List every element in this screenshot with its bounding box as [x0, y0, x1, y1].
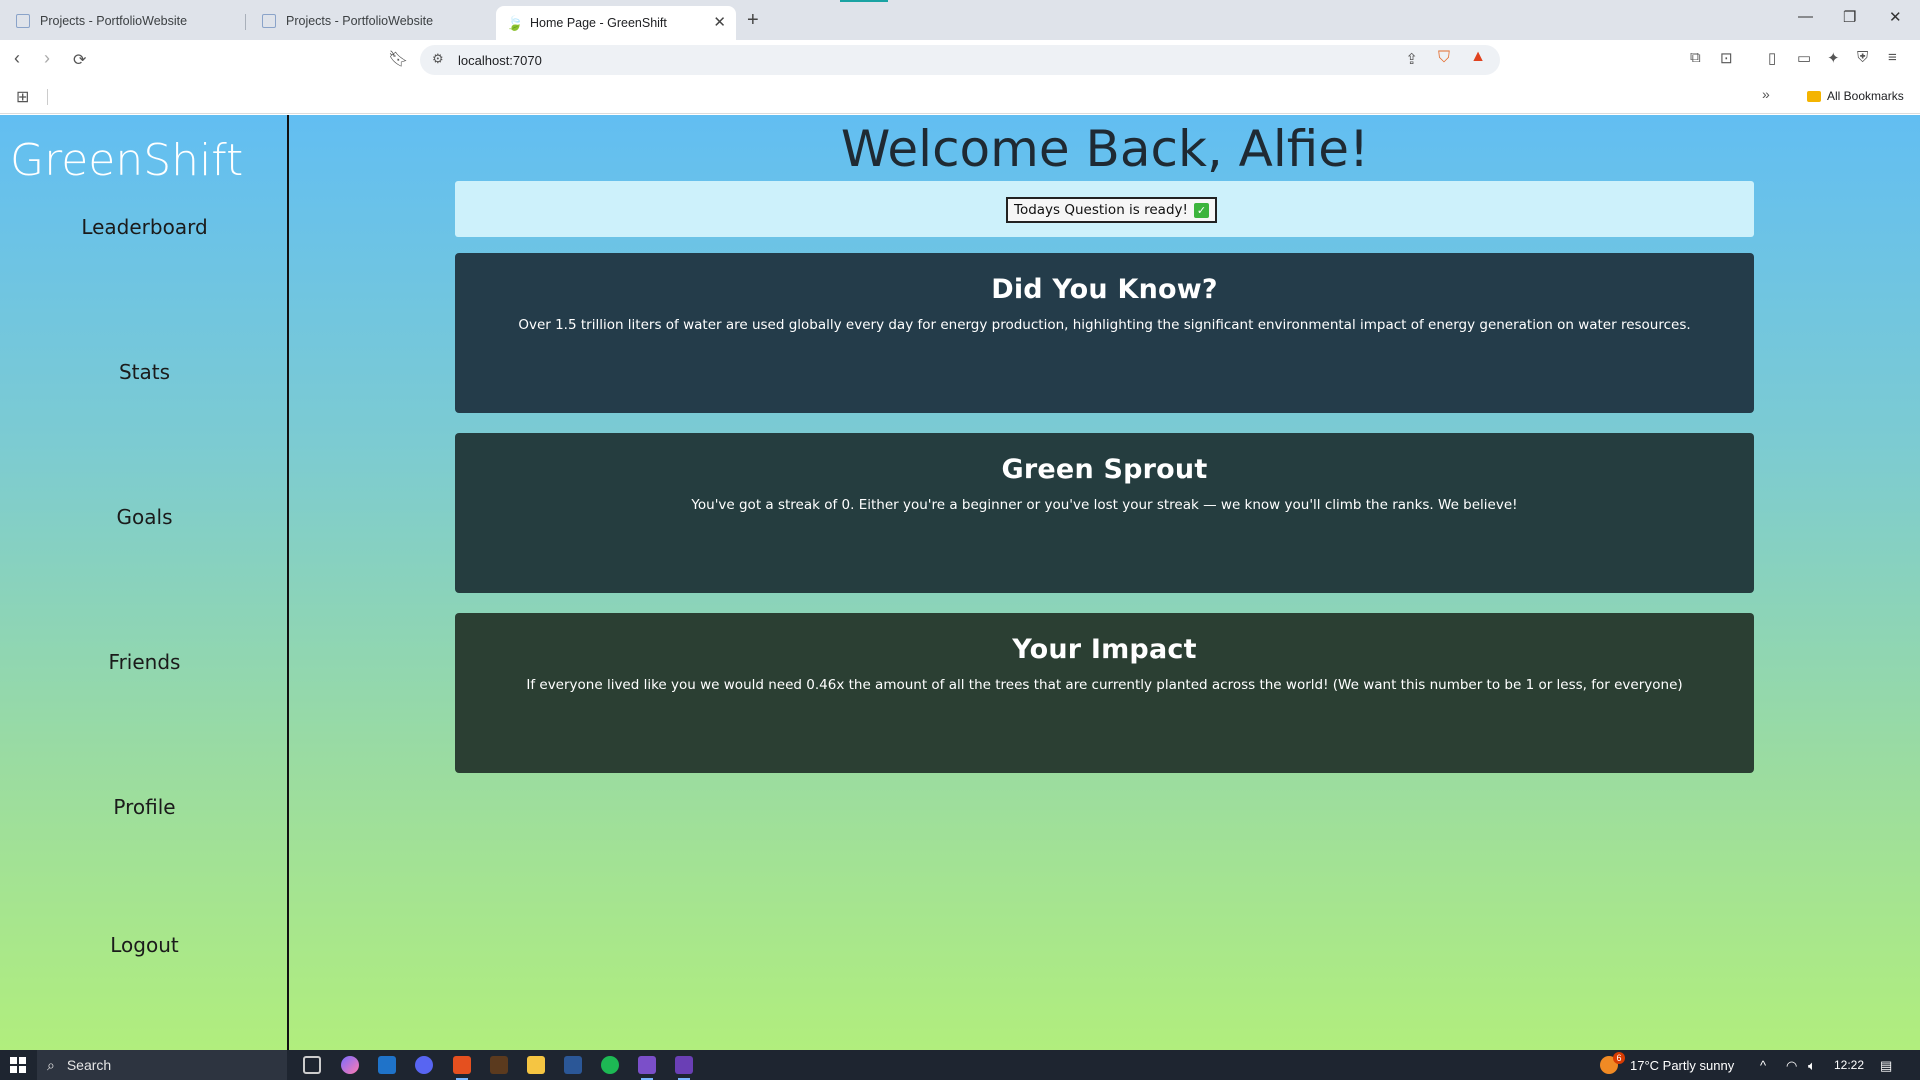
sidebar-item-leaderboard[interactable]: Leaderboard — [0, 215, 289, 239]
taskbar-search-label: Search — [66, 1057, 112, 1073]
bookmarks-bar: ⊞ » All Bookmarks — [0, 80, 1920, 114]
leo-ai-icon[interactable]: ✦ — [1827, 49, 1840, 67]
copilot-icon[interactable] — [341, 1056, 359, 1074]
sidebar-item-goals[interactable]: Goals — [0, 505, 289, 529]
taskbar-search[interactable]: ⌕ Search — [37, 1050, 287, 1080]
sidebar-item-logout[interactable]: Logout — [0, 933, 289, 957]
restore-icon[interactable]: ❐ — [1843, 8, 1856, 26]
discord-icon[interactable] — [415, 1056, 433, 1074]
back-icon[interactable]: ‹ — [14, 48, 20, 69]
brand-logo[interactable]: GreenShift — [10, 135, 243, 186]
card-title: Your Impact — [1012, 634, 1197, 665]
tab-label: Projects - PortfolioWebsite — [286, 14, 434, 28]
all-bookmarks-label: All Bookmarks — [1827, 89, 1904, 103]
page-content: GreenShift Leaderboard Stats Goals Frien… — [0, 115, 1920, 1050]
question-button-label: Todays Question is ready! — [1014, 202, 1188, 218]
browser-tab-3[interactable]: 🍃 Home Page - GreenShift ✕ — [496, 6, 736, 40]
weather-text[interactable]: 17°C Partly sunny — [1630, 1058, 1734, 1073]
document-icon — [262, 14, 276, 28]
menu-icon[interactable]: ≡ — [1888, 49, 1897, 66]
windows-start-icon[interactable] — [10, 1057, 26, 1073]
card-text: If everyone lived like you we would need… — [526, 677, 1683, 693]
file-explorer-icon[interactable] — [527, 1056, 545, 1074]
browser-tab-strip: Projects - PortfolioWebsite Projects - P… — [0, 0, 1920, 40]
apps-grid-icon[interactable]: ⊞ — [16, 87, 29, 107]
weather-badge: 6 — [1613, 1052, 1625, 1064]
card-title: Green Sprout — [1001, 454, 1208, 485]
minecraft-icon[interactable] — [490, 1056, 508, 1074]
leaf-icon: 🍃 — [506, 15, 524, 31]
todays-question-button[interactable]: Todays Question is ready! ✓ — [1006, 197, 1217, 223]
document-icon — [16, 14, 30, 28]
spotify-icon[interactable] — [601, 1056, 619, 1074]
task-view-icon[interactable] — [303, 1056, 321, 1074]
tab-search-icon[interactable]: ⊡ — [1720, 49, 1733, 67]
close-tab-icon[interactable]: ✕ — [713, 13, 726, 31]
minimize-icon[interactable]: — — [1798, 8, 1813, 25]
card-text: Over 1.5 trillion liters of water are us… — [518, 317, 1691, 333]
sidebar-item-friends[interactable]: Friends — [0, 650, 289, 674]
green-sprout-card: Green Sprout You've got a streak of 0. E… — [455, 433, 1754, 593]
clock-time[interactable]: 12:22 — [1834, 1058, 1864, 1072]
brave-rewards-icon[interactable]: ▲ — [1470, 48, 1486, 66]
forward-icon[interactable]: › — [44, 48, 50, 69]
address-bar[interactable]: ⚙ localhost:7070 ⇪ ⛉ ▲ — [420, 45, 1500, 75]
question-banner: Todays Question is ready! ✓ — [455, 181, 1754, 237]
bookmark-icon[interactable]: 🔖︎ — [388, 49, 408, 69]
tab-indicator — [840, 0, 888, 2]
bookmarks-divider — [47, 89, 48, 105]
sidebar-item-profile[interactable]: Profile — [0, 795, 289, 819]
brave-browser-icon[interactable] — [453, 1056, 471, 1080]
browser-tab-2[interactable]: Projects - PortfolioWebsite — [252, 6, 492, 36]
sidebar: GreenShift Leaderboard Stats Goals Frien… — [0, 115, 289, 1050]
did-you-know-card: Did You Know? Over 1.5 trillion liters o… — [455, 253, 1754, 413]
all-bookmarks-button[interactable]: All Bookmarks — [1807, 89, 1904, 103]
volume-icon[interactable]: 🔈︎ — [1808, 1058, 1816, 1074]
wifi-icon[interactable]: ◠ — [1786, 1058, 1797, 1074]
tab-separator — [245, 14, 246, 30]
card-title: Did You Know? — [991, 274, 1218, 305]
visual-studio-icon[interactable] — [638, 1056, 656, 1080]
page-title: Welcome Back, Alfie! — [840, 120, 1370, 178]
browser-tab-1[interactable]: Projects - PortfolioWebsite — [6, 6, 246, 36]
wallet-icon[interactable]: ▭ — [1797, 49, 1811, 67]
share-icon[interactable]: ⇪ — [1405, 50, 1418, 68]
terminal-icon[interactable] — [675, 1056, 693, 1080]
search-icon: ⌕ — [47, 1056, 55, 1073]
outlook-icon[interactable] — [378, 1056, 396, 1074]
site-settings-icon[interactable]: ⚙ — [432, 51, 444, 67]
notifications-icon[interactable]: ▤ — [1880, 1058, 1892, 1074]
new-tab-icon[interactable]: + — [747, 9, 759, 32]
extensions-icon[interactable]: ⧉ — [1690, 49, 1701, 66]
brave-shield-icon[interactable]: ⛉ — [1438, 49, 1450, 67]
url-text[interactable]: localhost:7070 — [458, 53, 542, 68]
card-text: You've got a streak of 0. Either you're … — [691, 497, 1518, 513]
windows-taskbar: ⌕ Search 6 17°C Partly sunny ^ ◠ 🔈︎ 12:2… — [0, 1050, 1920, 1080]
tab-label: Home Page - GreenShift — [530, 16, 667, 30]
tab-label: Projects - PortfolioWebsite — [40, 14, 188, 28]
sidebar-item-stats[interactable]: Stats — [0, 360, 289, 384]
vpn-icon[interactable]: ⛨ — [1857, 49, 1868, 66]
close-window-icon[interactable]: ✕ — [1889, 8, 1902, 26]
your-impact-card: Your Impact If everyone lived like you w… — [455, 613, 1754, 773]
sidebar-icon[interactable]: ▯ — [1768, 49, 1776, 67]
chevron-more-icon[interactable]: » — [1762, 86, 1770, 102]
folder-icon — [1807, 90, 1821, 102]
checkmark-icon: ✓ — [1193, 202, 1209, 218]
reload-icon[interactable]: ⟳ — [73, 50, 86, 70]
app-icon[interactable] — [564, 1056, 582, 1074]
chevron-up-icon[interactable]: ^ — [1760, 1058, 1766, 1073]
